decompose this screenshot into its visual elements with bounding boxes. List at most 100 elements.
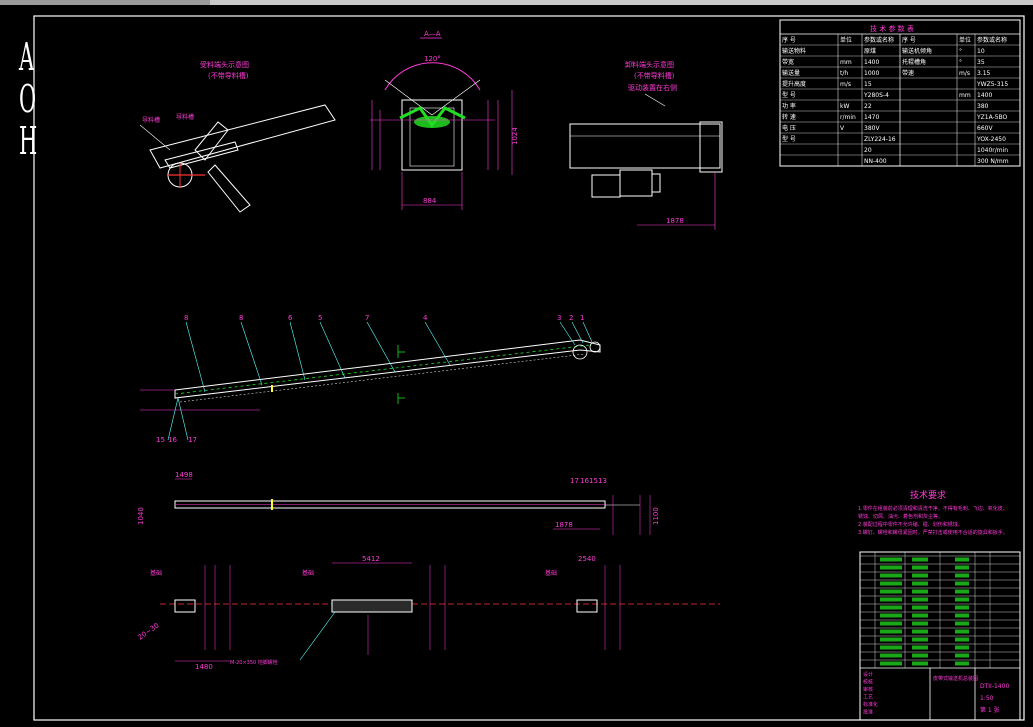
side-elevation-view: 8 8 6 5 7 4 321 15 16 17 bbox=[140, 314, 601, 444]
title-block-scale: 1:50 bbox=[980, 695, 994, 702]
part-number: 17 bbox=[188, 436, 197, 444]
plan-end-dimension: 1878 bbox=[555, 521, 573, 529]
svg-text:基础: 基础 bbox=[545, 569, 557, 577]
parts-list-entry bbox=[880, 637, 902, 642]
part-number: 4 bbox=[423, 314, 428, 322]
parameter-cell: YWZ5-315 bbox=[976, 81, 1008, 88]
receiving-end-label: 受料端头示意图 bbox=[200, 60, 249, 69]
cad-drawing-sheet[interactable]: 受料端头示意图 (不带导料槽) 导料槽 导料槽 A—A 120° 884 102… bbox=[0, 0, 1033, 727]
part-number: 8 bbox=[239, 314, 243, 322]
parameter-cell: ° bbox=[959, 48, 962, 55]
part-number: 5 bbox=[318, 314, 322, 322]
title-block-label: 批准 bbox=[863, 709, 873, 716]
tech-req-line: 1.零件在组装前必须清理和清洗干净，不得有毛刺、飞边、氧化皮、 bbox=[858, 505, 1008, 512]
part-number: 17 bbox=[570, 477, 579, 485]
parameter-cell: 输送机倾角 bbox=[902, 47, 932, 55]
slope-dimension: 20~30 bbox=[137, 621, 161, 641]
parameter-cell: kW bbox=[840, 103, 849, 110]
title-block-project: 皮带式输送机总装图 bbox=[933, 675, 978, 682]
parameter-cell: Y280S-4 bbox=[863, 92, 889, 99]
foundation-right-dimension: 2540 bbox=[578, 555, 596, 563]
parameter-cell: 序 号 bbox=[782, 36, 796, 44]
discharge-end-label: 卸料端头示意图 bbox=[625, 60, 674, 69]
parts-list-entry bbox=[880, 557, 902, 562]
parts-list-entry bbox=[880, 629, 902, 634]
part-number-callouts: 8 8 6 5 7 4 321 bbox=[184, 314, 584, 322]
title-block-sheet: 第 1 张 bbox=[980, 706, 1000, 714]
parameter-cell: 20 bbox=[864, 147, 872, 154]
parameter-cell: 380V bbox=[864, 125, 880, 132]
parts-list-entry bbox=[880, 653, 902, 658]
svg-text:M-20×350 地脚螺栓: M-20×350 地脚螺栓 bbox=[230, 659, 278, 666]
parameter-cell: NN-400 bbox=[864, 158, 887, 165]
plan-part-callouts: 17 16 15 13 bbox=[570, 477, 607, 485]
parameter-cell: 1040r/min bbox=[977, 147, 1008, 154]
part-number: 16 bbox=[168, 436, 177, 444]
foundation-views: 基础 基础 基础 5412 1480 2540 20~30 M-20×350 地… bbox=[137, 555, 720, 671]
parameter-cell: 电 压 bbox=[782, 124, 796, 132]
tech-req-line: 3.螺钉、螺栓和螺母紧固时，严禁打击或使用不合适的旋具和扳手。 bbox=[858, 529, 1008, 536]
parameter-cell: V bbox=[840, 125, 845, 132]
parameter-cell: mm bbox=[840, 59, 852, 66]
svg-text:导料槽: 导料槽 bbox=[142, 116, 160, 124]
drawing-canvas[interactable]: 受料端头示意图 (不带导料槽) 导料槽 导料槽 A—A 120° 884 102… bbox=[0, 0, 1033, 723]
parts-list-entry bbox=[880, 589, 902, 594]
tech-req-title: 技术要求 bbox=[910, 489, 946, 501]
parameter-cell: 15 bbox=[864, 81, 872, 88]
section-label: A—A bbox=[424, 30, 441, 38]
title-block-label: 设计 bbox=[863, 671, 873, 678]
parameter-cell: 380 bbox=[977, 103, 989, 110]
foundation-width: 5412 bbox=[362, 555, 380, 563]
parameter-cell: 单位 bbox=[840, 36, 852, 44]
section-width-dimension: 884 bbox=[423, 197, 437, 205]
part-number: 15 bbox=[156, 436, 165, 444]
svg-text:基础: 基础 bbox=[150, 569, 162, 577]
title-block: 皮带式输送机总装图 DTII-1400 1:50 第 1 张 设计校核审核工艺标… bbox=[860, 667, 1020, 720]
title-block-label: 标准化 bbox=[863, 701, 878, 708]
parts-list-entry bbox=[880, 597, 902, 602]
parameter-cell: m/s bbox=[840, 81, 851, 88]
parameter-cell: 原煤 bbox=[864, 47, 876, 55]
parts-list-entry bbox=[880, 621, 902, 626]
part-number: 8 bbox=[184, 314, 188, 322]
part-number: 7 bbox=[365, 314, 369, 322]
parameter-cell: 输送量 bbox=[782, 69, 800, 77]
discharge-end-sublabel: (不带导料槽) bbox=[634, 71, 675, 80]
plan-height-dimension: 1040 bbox=[137, 507, 145, 525]
plan-dimension: 1498 bbox=[175, 471, 193, 479]
title-block-labels: 设计校核审核工艺标准化批准 bbox=[863, 671, 878, 716]
parameter-cell: 型 号 bbox=[782, 91, 796, 99]
parameter-cell: 300 N/mm bbox=[977, 158, 1009, 165]
parameter-cell: 1000 bbox=[864, 70, 879, 77]
angle-label: 120° bbox=[424, 55, 441, 63]
parameter-cell: 输送物料 bbox=[782, 47, 806, 55]
parameter-table: 技 术 参 数 表 序 号单位 参数或名称序 号单位 参数或名称输送物料 原煤 输送机倾… bbox=[779, 19, 1021, 167]
parameter-cell: 转 速 bbox=[782, 113, 796, 121]
parameter-cell: 型 号 bbox=[782, 135, 796, 143]
parameter-cell: 单位 bbox=[959, 36, 971, 44]
parameter-cell: 序 号 bbox=[902, 36, 916, 44]
parameter-cell: 22 bbox=[864, 103, 872, 110]
parameter-cell: 带速 bbox=[902, 69, 914, 77]
title-block-drawing-no: DTII-1400 bbox=[980, 683, 1009, 690]
parameter-cell: 35 bbox=[977, 59, 985, 66]
parameter-cell: YZ1A-5BO bbox=[976, 114, 1008, 121]
parameter-table-title: 技 术 参 数 表 bbox=[870, 24, 914, 33]
part-number: 13 bbox=[598, 477, 607, 485]
part-number: 3 bbox=[557, 314, 561, 322]
parts-list-entry bbox=[880, 613, 902, 618]
parameter-cell: r/min bbox=[840, 114, 856, 121]
title-block-label: 校核 bbox=[863, 679, 873, 686]
parts-list-entry bbox=[880, 573, 902, 578]
parts-list-entry bbox=[880, 605, 902, 610]
part-number: 2 bbox=[569, 314, 573, 322]
parameter-cell: 3.15 bbox=[977, 70, 991, 77]
svg-text:导料槽: 导料槽 bbox=[176, 113, 194, 121]
tech-req-line: 2.装配过程中零件不允许磕、碰、划伤和锈蚀。 bbox=[858, 521, 963, 528]
parameter-cell: 带宽 bbox=[782, 58, 794, 66]
foundation-left-dimension: 1480 bbox=[195, 663, 213, 671]
parts-list-entry bbox=[880, 565, 902, 570]
section-a-a: A—A 120° 884 1024 bbox=[370, 30, 519, 210]
parameter-cell: 参数或名称 bbox=[977, 36, 1007, 44]
parameter-cell: t/h bbox=[840, 70, 848, 77]
